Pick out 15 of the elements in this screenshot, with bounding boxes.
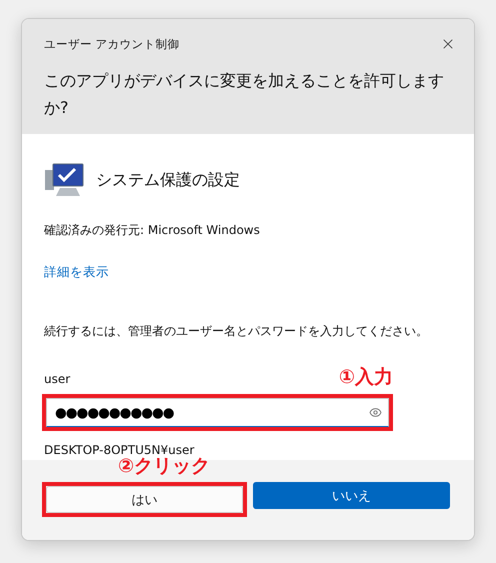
account-name: DESKTOP-8OPTU5N¥user bbox=[44, 443, 194, 457]
question-text: このアプリがデバイスに変更を加えることを許可しますか? bbox=[44, 70, 445, 119]
eye-icon[interactable] bbox=[369, 406, 382, 419]
monitor-check-icon bbox=[44, 162, 86, 198]
window-title: ユーザー アカウント制御 bbox=[44, 36, 180, 52]
annotation-label: ①入力 bbox=[338, 365, 393, 390]
no-button[interactable]: いいえ bbox=[253, 482, 450, 509]
annotation-label: ②クリック bbox=[118, 454, 210, 479]
publisher-text: 確認済みの発行元: Microsoft Windows bbox=[44, 222, 260, 239]
yes-button[interactable]: はい bbox=[46, 486, 243, 513]
password-field[interactable]: ●●●●●●●●●●● bbox=[46, 398, 389, 427]
instruction-text: 続行するには、管理者のユーザー名とパスワードを入力してください。 bbox=[44, 323, 428, 340]
details-link[interactable]: 詳細を表示 bbox=[44, 264, 109, 281]
username-label: user bbox=[44, 372, 70, 386]
app-name: システム保護の設定 bbox=[96, 170, 240, 190]
